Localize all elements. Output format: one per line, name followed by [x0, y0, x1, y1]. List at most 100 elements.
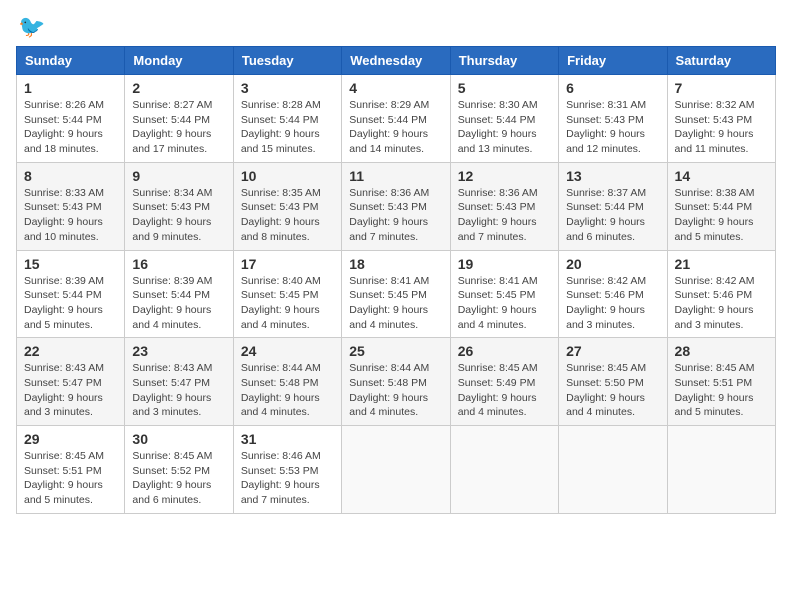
calendar-cell: 15 Sunrise: 8:39 AMSunset: 5:44 PMDayligh…: [17, 250, 125, 338]
day-info: Sunrise: 8:42 AMSunset: 5:46 PMDaylight:…: [566, 274, 659, 333]
day-number: 26: [458, 343, 551, 359]
day-number: 24: [241, 343, 334, 359]
day-number: 1: [24, 80, 117, 96]
day-number: 14: [675, 168, 768, 184]
day-info: Sunrise: 8:33 AMSunset: 5:43 PMDaylight:…: [24, 186, 117, 245]
calendar-cell: 24 Sunrise: 8:44 AMSunset: 5:48 PMDayligh…: [233, 338, 341, 426]
day-info: Sunrise: 8:44 AMSunset: 5:48 PMDaylight:…: [241, 361, 334, 420]
day-info: Sunrise: 8:37 AMSunset: 5:44 PMDaylight:…: [566, 186, 659, 245]
day-info: Sunrise: 8:27 AMSunset: 5:44 PMDaylight:…: [132, 98, 225, 157]
calendar-cell: 7 Sunrise: 8:32 AMSunset: 5:43 PMDaylight…: [667, 75, 775, 163]
calendar-cell: 13 Sunrise: 8:37 AMSunset: 5:44 PMDayligh…: [559, 162, 667, 250]
calendar-cell: 27 Sunrise: 8:45 AMSunset: 5:50 PMDayligh…: [559, 338, 667, 426]
day-number: 13: [566, 168, 659, 184]
calendar-week-row: 15 Sunrise: 8:39 AMSunset: 5:44 PMDayligh…: [17, 250, 776, 338]
day-info: Sunrise: 8:28 AMSunset: 5:44 PMDaylight:…: [241, 98, 334, 157]
day-info: Sunrise: 8:26 AMSunset: 5:44 PMDaylight:…: [24, 98, 117, 157]
calendar-cell: 1 Sunrise: 8:26 AMSunset: 5:44 PMDaylight…: [17, 75, 125, 163]
calendar-cell: 11 Sunrise: 8:36 AMSunset: 5:43 PMDayligh…: [342, 162, 450, 250]
logo-bird-icon: 🐦: [18, 16, 45, 38]
weekday-header: Monday: [125, 47, 233, 75]
day-info: Sunrise: 8:45 AMSunset: 5:52 PMDaylight:…: [132, 449, 225, 508]
day-number: 19: [458, 256, 551, 272]
calendar-cell: 3 Sunrise: 8:28 AMSunset: 5:44 PMDaylight…: [233, 75, 341, 163]
page-header: 🐦: [16, 16, 776, 38]
calendar-cell: [450, 426, 558, 514]
calendar-cell: 2 Sunrise: 8:27 AMSunset: 5:44 PMDaylight…: [125, 75, 233, 163]
day-number: 11: [349, 168, 442, 184]
calendar-cell: [342, 426, 450, 514]
day-number: 23: [132, 343, 225, 359]
calendar-header-row: SundayMondayTuesdayWednesdayThursdayFrid…: [17, 47, 776, 75]
calendar-cell: [667, 426, 775, 514]
day-number: 16: [132, 256, 225, 272]
day-number: 21: [675, 256, 768, 272]
day-info: Sunrise: 8:44 AMSunset: 5:48 PMDaylight:…: [349, 361, 442, 420]
day-info: Sunrise: 8:42 AMSunset: 5:46 PMDaylight:…: [675, 274, 768, 333]
day-info: Sunrise: 8:31 AMSunset: 5:43 PMDaylight:…: [566, 98, 659, 157]
calendar-cell: 18 Sunrise: 8:41 AMSunset: 5:45 PMDayligh…: [342, 250, 450, 338]
calendar-cell: 22 Sunrise: 8:43 AMSunset: 5:47 PMDayligh…: [17, 338, 125, 426]
day-info: Sunrise: 8:36 AMSunset: 5:43 PMDaylight:…: [458, 186, 551, 245]
day-number: 31: [241, 431, 334, 447]
calendar-cell: 20 Sunrise: 8:42 AMSunset: 5:46 PMDayligh…: [559, 250, 667, 338]
day-number: 9: [132, 168, 225, 184]
day-info: Sunrise: 8:34 AMSunset: 5:43 PMDaylight:…: [132, 186, 225, 245]
calendar-cell: 21 Sunrise: 8:42 AMSunset: 5:46 PMDayligh…: [667, 250, 775, 338]
day-info: Sunrise: 8:36 AMSunset: 5:43 PMDaylight:…: [349, 186, 442, 245]
day-info: Sunrise: 8:32 AMSunset: 5:43 PMDaylight:…: [675, 98, 768, 157]
day-number: 27: [566, 343, 659, 359]
weekday-header: Thursday: [450, 47, 558, 75]
calendar-cell: 23 Sunrise: 8:43 AMSunset: 5:47 PMDayligh…: [125, 338, 233, 426]
calendar-cell: 31 Sunrise: 8:46 AMSunset: 5:53 PMDayligh…: [233, 426, 341, 514]
calendar-cell: 4Sunrise: 8:29 AMSunset: 5:44 PMDaylight…: [342, 75, 450, 163]
calendar-cell: 5 Sunrise: 8:30 AMSunset: 5:44 PMDaylight…: [450, 75, 558, 163]
day-number: 10: [241, 168, 334, 184]
logo: 🐦: [16, 16, 45, 38]
calendar-cell: 9 Sunrise: 8:34 AMSunset: 5:43 PMDaylight…: [125, 162, 233, 250]
calendar-cell: [559, 426, 667, 514]
weekday-header: Tuesday: [233, 47, 341, 75]
day-number: 20: [566, 256, 659, 272]
calendar-table: SundayMondayTuesdayWednesdayThursdayFrid…: [16, 46, 776, 514]
day-number: 5: [458, 80, 551, 96]
calendar-cell: 30 Sunrise: 8:45 AMSunset: 5:52 PMDayligh…: [125, 426, 233, 514]
calendar-cell: 17 Sunrise: 8:40 AMSunset: 5:45 PMDayligh…: [233, 250, 341, 338]
day-number: 7: [675, 80, 768, 96]
day-info: Sunrise: 8:45 AMSunset: 5:51 PMDaylight:…: [24, 449, 117, 508]
day-number: 6: [566, 80, 659, 96]
day-number: 18: [349, 256, 442, 272]
day-number: 29: [24, 431, 117, 447]
day-info: Sunrise: 8:43 AMSunset: 5:47 PMDaylight:…: [24, 361, 117, 420]
weekday-header: Saturday: [667, 47, 775, 75]
day-info: Sunrise: 8:45 AMSunset: 5:49 PMDaylight:…: [458, 361, 551, 420]
day-info: Sunrise: 8:41 AMSunset: 5:45 PMDaylight:…: [349, 274, 442, 333]
day-info: Sunrise: 8:38 AMSunset: 5:44 PMDaylight:…: [675, 186, 768, 245]
calendar-week-row: 22 Sunrise: 8:43 AMSunset: 5:47 PMDayligh…: [17, 338, 776, 426]
day-number: 15: [24, 256, 117, 272]
weekday-header: Wednesday: [342, 47, 450, 75]
day-number: 12: [458, 168, 551, 184]
day-number: 17: [241, 256, 334, 272]
calendar-cell: 19 Sunrise: 8:41 AMSunset: 5:45 PMDayligh…: [450, 250, 558, 338]
day-info: Sunrise: 8:30 AMSunset: 5:44 PMDaylight:…: [458, 98, 551, 157]
day-info: Sunrise: 8:41 AMSunset: 5:45 PMDaylight:…: [458, 274, 551, 333]
day-number: 22: [24, 343, 117, 359]
day-number: 28: [675, 343, 768, 359]
calendar-week-row: 29 Sunrise: 8:45 AMSunset: 5:51 PMDayligh…: [17, 426, 776, 514]
day-number: 8: [24, 168, 117, 184]
day-info: Sunrise: 8:45 AMSunset: 5:50 PMDaylight:…: [566, 361, 659, 420]
calendar-cell: 26 Sunrise: 8:45 AMSunset: 5:49 PMDayligh…: [450, 338, 558, 426]
calendar-cell: 29 Sunrise: 8:45 AMSunset: 5:51 PMDayligh…: [17, 426, 125, 514]
day-info: Sunrise: 8:43 AMSunset: 5:47 PMDaylight:…: [132, 361, 225, 420]
day-info: Sunrise: 8:46 AMSunset: 5:53 PMDaylight:…: [241, 449, 334, 508]
day-number: 30: [132, 431, 225, 447]
calendar-cell: 12 Sunrise: 8:36 AMSunset: 5:43 PMDayligh…: [450, 162, 558, 250]
day-number: 3: [241, 80, 334, 96]
day-info: Sunrise: 8:35 AMSunset: 5:43 PMDaylight:…: [241, 186, 334, 245]
calendar-cell: 6 Sunrise: 8:31 AMSunset: 5:43 PMDaylight…: [559, 75, 667, 163]
day-info: Sunrise: 8:39 AMSunset: 5:44 PMDaylight:…: [24, 274, 117, 333]
weekday-header: Sunday: [17, 47, 125, 75]
day-number: 2: [132, 80, 225, 96]
day-info: Sunrise: 8:40 AMSunset: 5:45 PMDaylight:…: [241, 274, 334, 333]
